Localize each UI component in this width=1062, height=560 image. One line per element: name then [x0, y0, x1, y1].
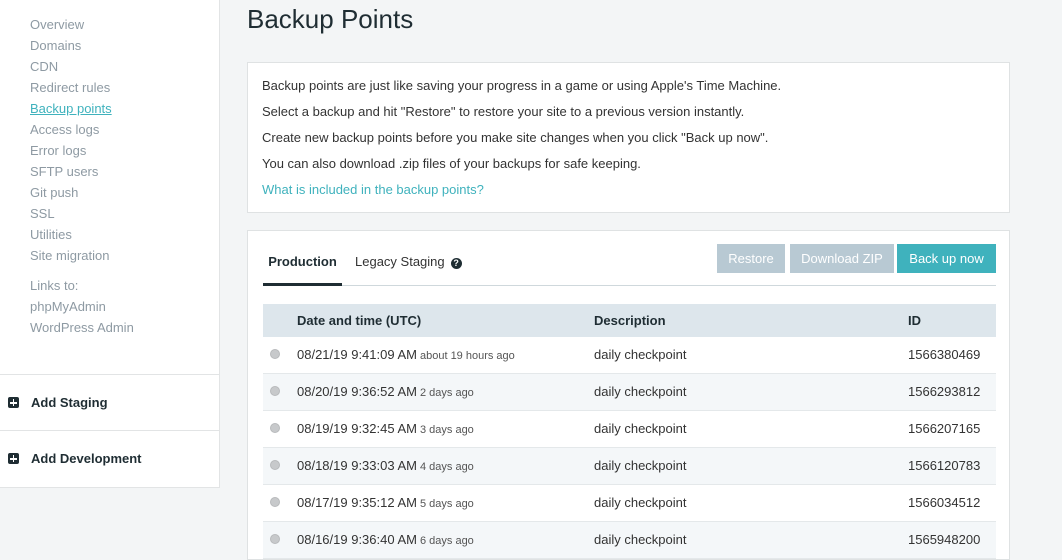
row-id: 1566120783	[908, 458, 981, 473]
row-radio[interactable]	[270, 460, 280, 470]
row-date: 08/20/19 9:36:52 AM	[297, 384, 417, 399]
row-description: daily checkpoint	[594, 347, 687, 362]
sidebar-nav: Overview Domains CDN Redirect rules Back…	[30, 14, 112, 266]
row-description: daily checkpoint	[594, 458, 687, 473]
table-row[interactable]: 08/17/19 9:35:12 AM 5 days ago daily chec…	[263, 485, 996, 522]
row-id: 1566293812	[908, 384, 981, 399]
column-header-description: Description	[594, 313, 666, 328]
info-line: Select a backup and hit "Restore" to res…	[262, 104, 745, 119]
row-date: 08/17/19 9:35:12 AM	[297, 495, 417, 510]
row-date-cell: 08/20/19 9:36:52 AM 2 days ago	[297, 374, 474, 411]
info-card: Backup points are just like saving your …	[247, 62, 1010, 213]
table-row[interactable]: 08/19/19 9:32:45 AM 3 days ago daily chec…	[263, 411, 996, 448]
phpmyadmin-link[interactable]: phpMyAdmin	[30, 296, 134, 317]
backup-table: Date and time (UTC) Description ID 08/21…	[263, 304, 996, 559]
table-row[interactable]: 08/21/19 9:41:09 AM about 19 hours ago da…	[263, 337, 996, 374]
back-up-now-button[interactable]: Back up now	[897, 244, 996, 273]
row-id: 1565948200	[908, 532, 981, 547]
info-line: You can also download .zip files of your…	[262, 156, 641, 171]
sidebar-item-redirect-rules[interactable]: Redirect rules	[30, 77, 112, 98]
add-development-button[interactable]: Add Development	[0, 430, 219, 486]
info-line: Backup points are just like saving your …	[262, 78, 782, 93]
sidebar-item-sftp-users[interactable]: SFTP users	[30, 161, 112, 182]
row-description: daily checkpoint	[594, 495, 687, 510]
row-relative-time: 4 days ago	[419, 461, 474, 473]
page-title: Backup Points	[247, 4, 414, 34]
sidebar-item-cdn[interactable]: CDN	[30, 56, 112, 77]
links-to-title: Links to:	[30, 278, 79, 293]
tab-legacy-staging-label: Legacy Staging	[355, 254, 445, 269]
sidebar-item-git-push[interactable]: Git push	[30, 182, 112, 203]
sidebar-item-utilities[interactable]: Utilities	[30, 224, 112, 245]
row-date: 08/16/19 9:36:40 AM	[297, 532, 417, 547]
row-description: daily checkpoint	[594, 421, 687, 436]
sidebar: Overview Domains CDN Redirect rules Back…	[0, 0, 220, 488]
row-relative-time: about 19 hours ago	[419, 350, 515, 362]
row-id: 1566207165	[908, 421, 981, 436]
sidebar-item-site-migration[interactable]: Site migration	[30, 245, 112, 266]
column-header-id: ID	[908, 313, 921, 328]
wordpress-admin-link[interactable]: WordPress Admin	[30, 317, 134, 338]
backup-table-card: Production Legacy Staging? Restore Downl…	[247, 230, 1010, 560]
row-date: 08/18/19 9:33:03 AM	[297, 458, 417, 473]
sidebar-item-access-logs[interactable]: Access logs	[30, 119, 112, 140]
tab-production[interactable]: Production	[263, 245, 342, 286]
row-date-cell: 08/21/19 9:41:09 AM about 19 hours ago	[297, 337, 515, 374]
row-radio[interactable]	[270, 386, 280, 396]
sidebar-item-error-logs[interactable]: Error logs	[30, 140, 112, 161]
table-row[interactable]: 08/20/19 9:36:52 AM 2 days ago daily chec…	[263, 374, 996, 411]
sidebar-item-ssl[interactable]: SSL	[30, 203, 112, 224]
add-development-label: Add Development	[31, 451, 142, 466]
row-relative-time: 3 days ago	[419, 424, 474, 436]
row-date-cell: 08/18/19 9:33:03 AM 4 days ago	[297, 448, 474, 485]
info-line: Create new backup points before you make…	[262, 130, 769, 145]
row-radio[interactable]	[270, 497, 280, 507]
plus-square-icon	[8, 453, 19, 464]
row-date-cell: 08/16/19 9:36:40 AM 6 days ago	[297, 522, 474, 559]
row-date: 08/21/19 9:41:09 AM	[297, 347, 417, 362]
sidebar-item-domains[interactable]: Domains	[30, 35, 112, 56]
add-staging-button[interactable]: Add Staging	[0, 374, 219, 430]
add-staging-label: Add Staging	[31, 395, 108, 410]
sidebar-item-backup-points[interactable]: Backup points	[30, 98, 112, 119]
row-relative-time: 5 days ago	[419, 498, 474, 510]
row-relative-time: 6 days ago	[419, 535, 474, 547]
backup-contents-link[interactable]: What is included in the backup points?	[262, 182, 484, 197]
row-description: daily checkpoint	[594, 532, 687, 547]
download-zip-button[interactable]: Download ZIP	[790, 244, 894, 273]
table-row[interactable]: 08/18/19 9:33:03 AM 4 days ago daily chec…	[263, 448, 996, 485]
row-id: 1566034512	[908, 495, 981, 510]
tab-legacy-staging[interactable]: Legacy Staging?	[355, 245, 462, 286]
row-date: 08/19/19 9:32:45 AM	[297, 421, 417, 436]
row-date-cell: 08/17/19 9:35:12 AM 5 days ago	[297, 485, 474, 522]
row-radio[interactable]	[270, 423, 280, 433]
row-description: daily checkpoint	[594, 384, 687, 399]
plus-square-icon	[8, 397, 19, 408]
sidebar-item-overview[interactable]: Overview	[30, 14, 112, 35]
help-icon[interactable]: ?	[450, 258, 462, 269]
row-id: 1566380469	[908, 347, 981, 362]
column-header-date: Date and time (UTC)	[297, 313, 422, 328]
row-radio[interactable]	[270, 534, 280, 544]
row-date-cell: 08/19/19 9:32:45 AM 3 days ago	[297, 411, 474, 448]
table-row[interactable]: 08/16/19 9:36:40 AM 6 days ago daily chec…	[263, 522, 996, 559]
table-header: Date and time (UTC) Description ID	[263, 304, 996, 337]
links-to-section: Links to: phpMyAdmin WordPress Admin	[30, 275, 134, 338]
restore-button[interactable]: Restore	[717, 244, 785, 273]
row-relative-time: 2 days ago	[419, 387, 474, 399]
row-radio[interactable]	[270, 349, 280, 359]
